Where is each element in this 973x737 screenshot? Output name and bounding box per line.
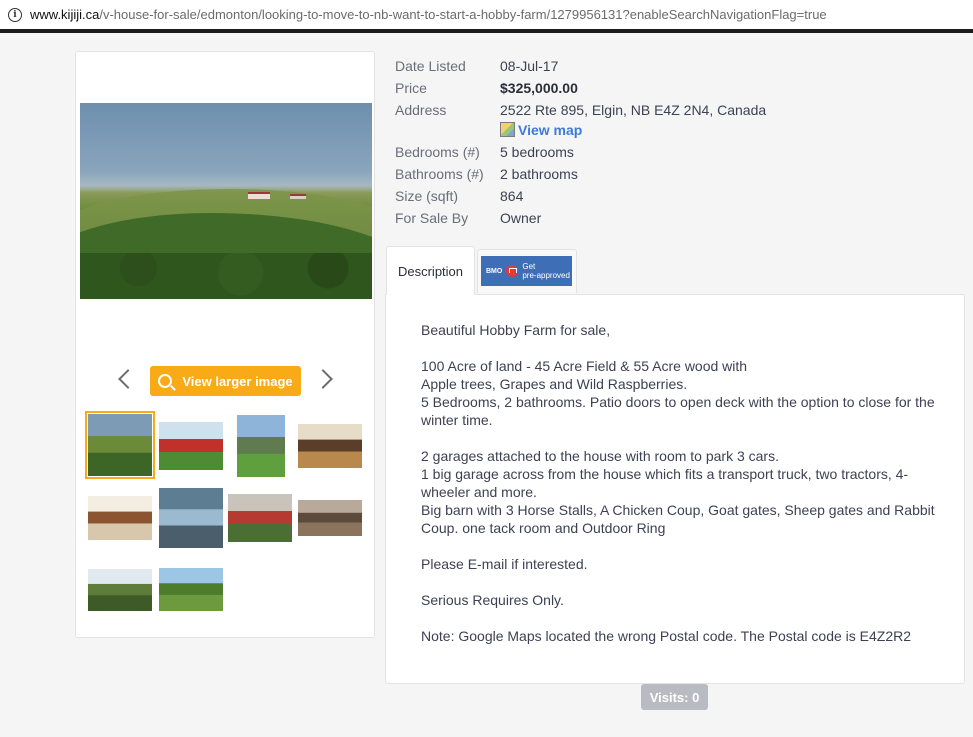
main-photo[interactable]	[80, 103, 372, 299]
description-line: 5 Bedrooms, 2 bathrooms. Patio doors to …	[421, 394, 935, 428]
search-icon	[158, 374, 173, 388]
date-listed-label: Date Listed	[395, 58, 466, 74]
tab-description[interactable]: Description	[386, 246, 475, 295]
for-sale-by-label: For Sale By	[395, 210, 469, 226]
view-map-link[interactable]: View map	[500, 122, 582, 138]
bmo-brand: BMO	[486, 267, 503, 275]
description-line: Note: Google Maps located the wrong Post…	[421, 628, 912, 644]
bmo-banner: BMO Get pre-approved	[481, 256, 572, 286]
bedrooms-label: Bedrooms (#)	[395, 144, 480, 160]
bedrooms-value: 5 bedrooms	[500, 144, 574, 160]
view-map-label: View map	[518, 122, 583, 138]
previous-image-chevron-icon[interactable]	[118, 369, 138, 389]
url-host: www.kijiji.ca	[30, 7, 100, 22]
description-line: Please E-mail if interested.	[421, 556, 588, 572]
tab-bmo-pre-approved[interactable]: BMO Get pre-approved	[477, 249, 577, 293]
view-larger-image-label: View larger image	[182, 373, 293, 389]
thumb-house-red-barn[interactable]	[159, 422, 223, 470]
size-label: Size (sqft)	[395, 188, 459, 204]
bmo-line1: Get	[522, 262, 536, 271]
url-path: /v-house-for-sale/edmonton/looking-to-mo…	[99, 7, 827, 22]
address-label: Address	[395, 102, 447, 118]
bmo-logo-icon	[506, 265, 519, 277]
address-value: 2522 Rte 895, Elgin, NB E4Z 2N4, Canada	[500, 102, 767, 118]
thumb-orchard[interactable]	[159, 568, 223, 611]
image-gallery: View larger image	[75, 51, 375, 638]
for-sale-by-value: Owner	[500, 210, 542, 226]
thumb-farm-landscape[interactable]	[85, 411, 155, 479]
view-larger-image-button[interactable]: View larger image	[150, 366, 301, 396]
description-line: Apple trees, Grapes and Wild Raspberries…	[421, 376, 688, 392]
price-label: Price	[395, 80, 427, 96]
next-image-chevron-icon[interactable]	[313, 369, 333, 389]
description-line: Big barn with 3 Horse Stalls, A Chicken …	[421, 502, 935, 536]
description-panel: Beautiful Hobby Farm for sale, 100 Acre …	[385, 294, 965, 684]
description-line: 1 big garage across from the house which…	[421, 466, 909, 500]
bathrooms-value: 2 bathrooms	[500, 166, 578, 182]
tab-description-label: Description	[397, 263, 464, 279]
date-listed-value: 08-Jul-17	[500, 58, 559, 74]
visits-badge: Visits: 0	[641, 684, 708, 710]
thumb-kitchen[interactable]	[88, 496, 152, 540]
size-value: 864	[500, 188, 524, 204]
price-value: $325,000.00	[500, 80, 578, 96]
bathrooms-label: Bathrooms (#)	[395, 166, 484, 182]
description-line: 100 Acre of land - 45 Acre Field & 55 Ac…	[421, 358, 748, 374]
map-icon	[500, 122, 515, 137]
description-line: Serious Requires Only.	[421, 592, 564, 608]
thumb-barn[interactable]	[228, 494, 292, 542]
bmo-line2: pre-approved	[522, 271, 570, 280]
description-line: Beautiful Hobby Farm for sale,	[421, 322, 611, 338]
description-text: Beautiful Hobby Farm for sale, 100 Acre …	[421, 321, 941, 645]
description-line: 2 garages attached to the house with roo…	[421, 448, 779, 464]
thumb-house-hill[interactable]	[237, 415, 285, 477]
address-bar[interactable]: i www.kijiji.ca/v-house-for-sale/edmonto…	[0, 0, 973, 33]
info-icon[interactable]: i	[8, 7, 22, 22]
thumb-living-room[interactable]	[298, 424, 362, 468]
thumb-hallway[interactable]	[159, 488, 223, 548]
bmo-text: Get pre-approved	[522, 262, 570, 280]
thumb-fence-field[interactable]	[88, 569, 152, 611]
thumb-horses[interactable]	[298, 500, 362, 536]
